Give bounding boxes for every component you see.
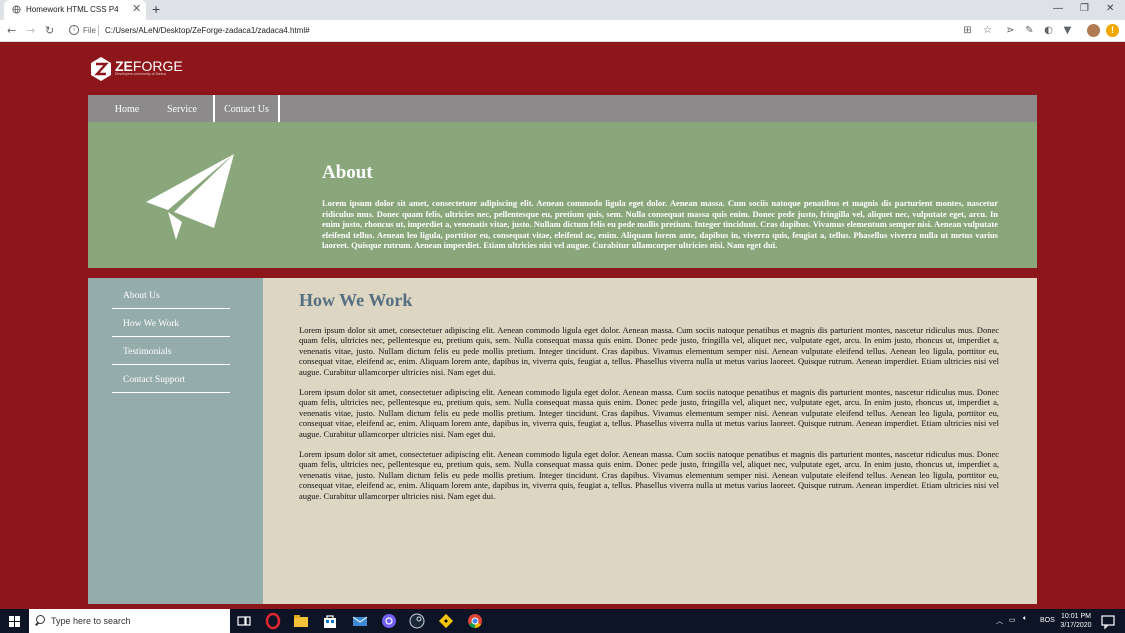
tab-title: Homework HTML CSS P4 <box>26 5 119 14</box>
logo-tagline: Developers community of Zenica <box>115 72 166 76</box>
about-title: About <box>322 162 373 183</box>
url-text[interactable]: C:/Users/ALeN/Desktop/ZeForge-zadaca1/za… <box>105 26 310 35</box>
browser-tab[interactable]: Homework HTML CSS P4 ✕ <box>4 0 146 20</box>
main-nav: Home Service Contact Us <box>88 95 1037 122</box>
bookmark-star-icon[interactable]: ☆ <box>982 25 993 36</box>
steam-icon[interactable] <box>408 612 426 630</box>
scheme-label: File <box>83 26 96 35</box>
git-icon[interactable] <box>437 612 455 630</box>
content-paragraph: Lorem ipsum dolor sit amet, consectetuer… <box>299 387 999 439</box>
notification-center-icon[interactable] <box>1099 612 1117 630</box>
chrome-icon[interactable] <box>466 612 484 630</box>
minimize-button[interactable]: — <box>1053 3 1063 15</box>
globe-icon <box>12 5 21 14</box>
new-tab-button[interactable]: + <box>152 2 160 16</box>
eyedropper-icon[interactable]: ✎ <box>1024 25 1035 36</box>
file-explorer-icon[interactable] <box>292 612 310 630</box>
opera-icon[interactable] <box>264 612 282 630</box>
info-icon[interactable]: i <box>69 25 79 35</box>
mail-icon[interactable] <box>351 612 369 630</box>
taskbar-search[interactable]: Type here to search <box>29 609 230 633</box>
sidebar-item-label: Contact Support <box>123 375 186 385</box>
nav-contact-us[interactable]: Contact Us <box>213 95 280 122</box>
sidebar-item-how-we-work[interactable]: How We Work <box>112 310 230 337</box>
sidebar: About Us How We Work Testimonials Contac… <box>88 278 263 604</box>
translate-icon[interactable]: ⊞ <box>962 25 973 36</box>
nav-service[interactable]: Service <box>161 95 203 122</box>
sidebar-item-contact-support[interactable]: Contact Support <box>112 366 230 393</box>
sidebar-item-label: Testimonials <box>123 347 172 357</box>
about-text: Lorem ipsum dolor sit amet, consectetuer… <box>322 198 998 251</box>
forward-button[interactable]: → <box>26 24 35 37</box>
volume-icon[interactable]: 🔈︎ <box>1023 615 1027 623</box>
browser-tabstrip: Homework HTML CSS P4 ✕ + — ❐ ✕ <box>0 0 1125 20</box>
paper-plane-icon <box>146 154 234 240</box>
clock-date: 3/17/2020 <box>1060 622 1092 629</box>
about-hero: About Lorem ipsum dolor sit amet, consec… <box>88 122 1037 268</box>
task-view-icon[interactable] <box>235 612 253 630</box>
tray-chevron-icon[interactable]: ︿ <box>996 616 1003 626</box>
taskbar-clock[interactable]: 10:01 PM 3/17/2020 <box>1060 612 1092 630</box>
section-heading: How We Work <box>299 290 413 310</box>
content-paragraph: Lorem ipsum dolor sit amet, consectetuer… <box>299 325 999 377</box>
nav-home[interactable]: Home <box>108 95 146 122</box>
store-icon[interactable] <box>321 612 339 630</box>
content-paragraph: Lorem ipsum dolor sit amet, consectetuer… <box>299 449 999 501</box>
address-bar[interactable]: i File C:/Users/ALeN/Desktop/ZeForge-zad… <box>66 23 956 38</box>
sidebar-item-label: About Us <box>123 291 160 301</box>
sidebar-item-about-us[interactable]: About Us <box>112 282 230 309</box>
update-warning-icon[interactable]: ! <box>1106 24 1119 37</box>
sidebar-item-testimonials[interactable]: Testimonials <box>112 338 230 365</box>
extension-icon[interactable]: ⋗ <box>1005 25 1016 36</box>
tab-close-icon[interactable]: ✕ <box>132 3 141 15</box>
clock-time: 10:01 PM <box>1061 613 1091 620</box>
viber-icon[interactable] <box>380 612 398 630</box>
zeforge-logo-icon <box>91 57 111 81</box>
filter-icon[interactable]: ▼ <box>1062 25 1073 36</box>
browser-toolbar: ← → ↻ i File C:/Users/ALeN/Desktop/ZeFor… <box>0 20 1125 42</box>
restore-button[interactable]: ❐ <box>1080 3 1089 15</box>
windows-start-icon[interactable] <box>9 616 20 627</box>
address-separator <box>98 25 99 36</box>
sidebar-item-label: How We Work <box>123 319 180 329</box>
network-icon[interactable]: ▭ <box>1009 616 1016 624</box>
profile-avatar[interactable] <box>1087 24 1100 37</box>
back-button[interactable]: ← <box>7 24 16 37</box>
main-content: How We Work Lorem ipsum dolor sit amet, … <box>263 278 1037 604</box>
reload-button[interactable]: ↻ <box>45 24 54 37</box>
search-placeholder: Type here to search <box>51 616 131 626</box>
language-indicator[interactable]: BOS <box>1040 617 1055 624</box>
extension-shield-icon[interactable]: ◐ <box>1043 25 1054 36</box>
window-close-button[interactable]: ✕ <box>1106 3 1114 15</box>
